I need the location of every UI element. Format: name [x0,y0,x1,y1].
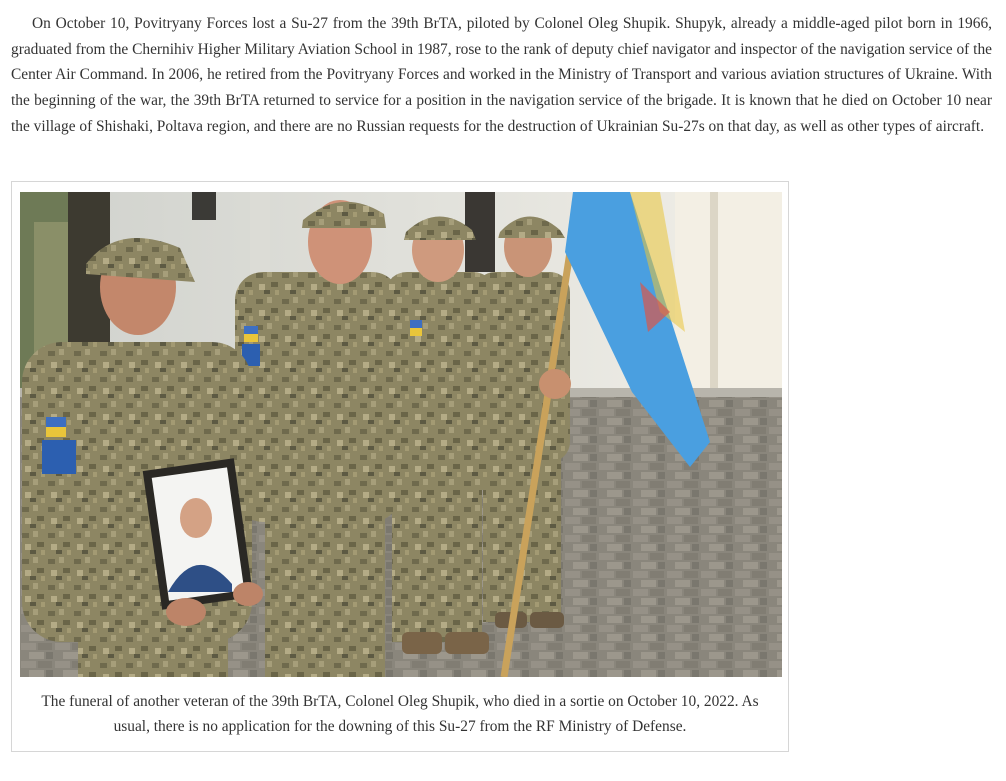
funeral-photo [20,192,782,677]
article-paragraph: On October 10, Povitryany Forces lost a … [11,15,992,135]
photo-figure: The funeral of another veteran of the 39… [11,181,789,752]
figure-caption: The funeral of another veteran of the 39… [41,693,759,735]
